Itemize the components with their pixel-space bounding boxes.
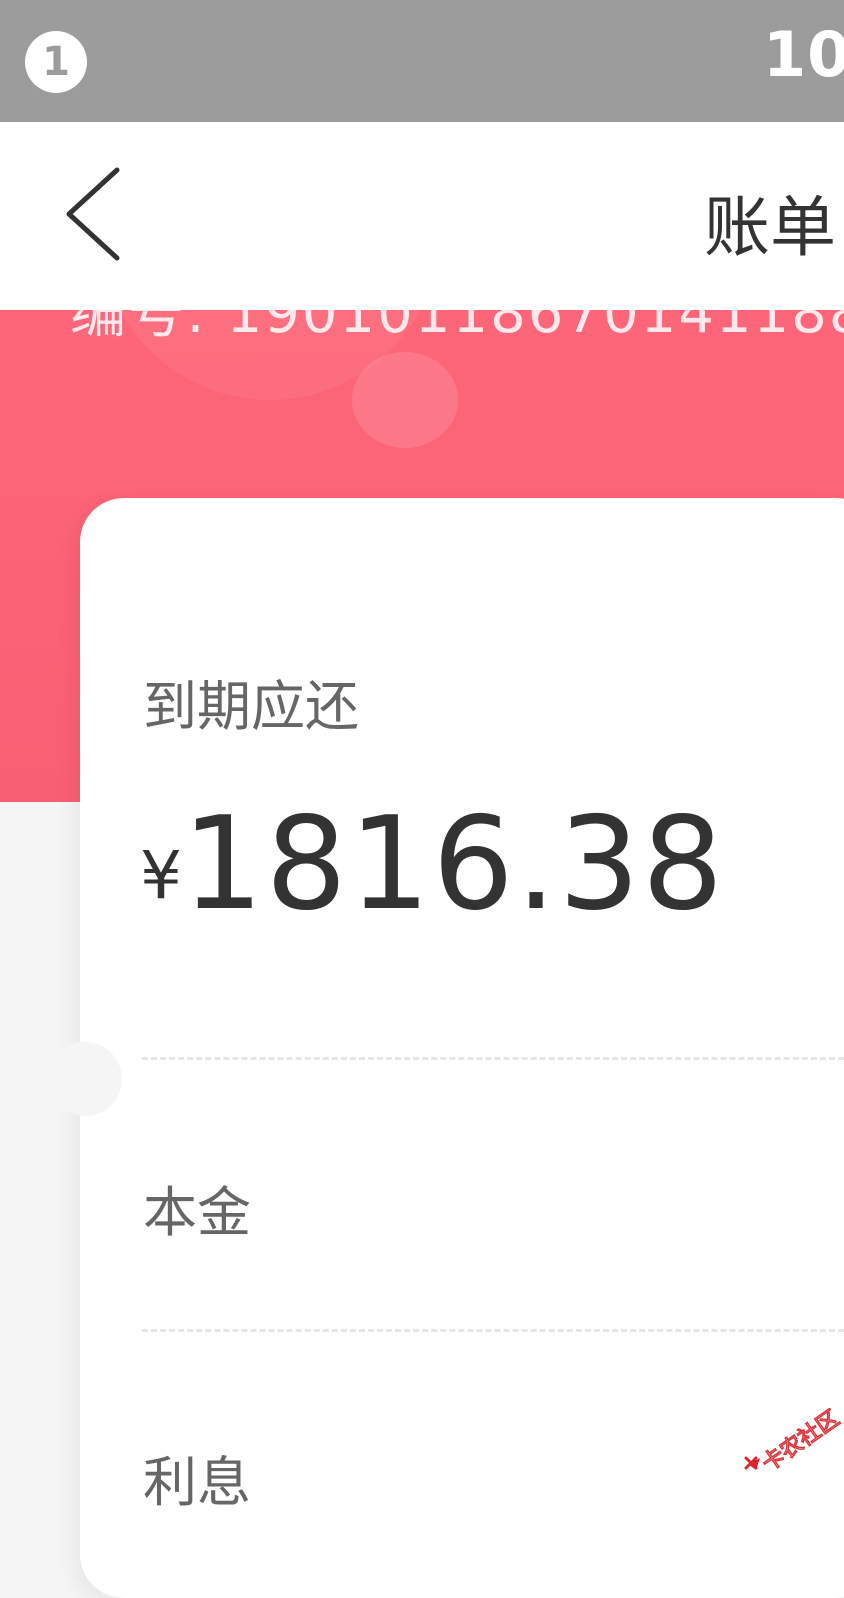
decorative-bubble xyxy=(352,352,458,448)
notification-badge: 1 xyxy=(25,31,87,93)
card-notch xyxy=(48,1042,122,1116)
chevron-left-icon xyxy=(66,167,120,261)
interest-label: 利息 xyxy=(143,1451,251,1514)
amount-due: ¥1816.38 xyxy=(140,790,725,939)
navigation-bar: 账单 xyxy=(0,122,844,310)
watermark-logo: 卡农社区 xyxy=(740,1405,844,1484)
amount-value: 1816.38 xyxy=(182,790,726,939)
order-number: 编号: 190101186701411882683018 xyxy=(70,310,844,346)
status-time: 10: xyxy=(763,18,844,91)
principal-label: 本金 xyxy=(143,1181,251,1244)
divider xyxy=(142,1057,844,1060)
svg-text:卡农社区: 卡农社区 xyxy=(757,1408,844,1477)
divider xyxy=(142,1329,844,1332)
status-bar: 1 10: xyxy=(0,0,844,122)
back-button[interactable] xyxy=(55,162,145,272)
page-title: 账单 xyxy=(704,189,836,266)
due-label: 到期应还 xyxy=(143,675,359,738)
currency-symbol: ¥ xyxy=(140,837,182,914)
